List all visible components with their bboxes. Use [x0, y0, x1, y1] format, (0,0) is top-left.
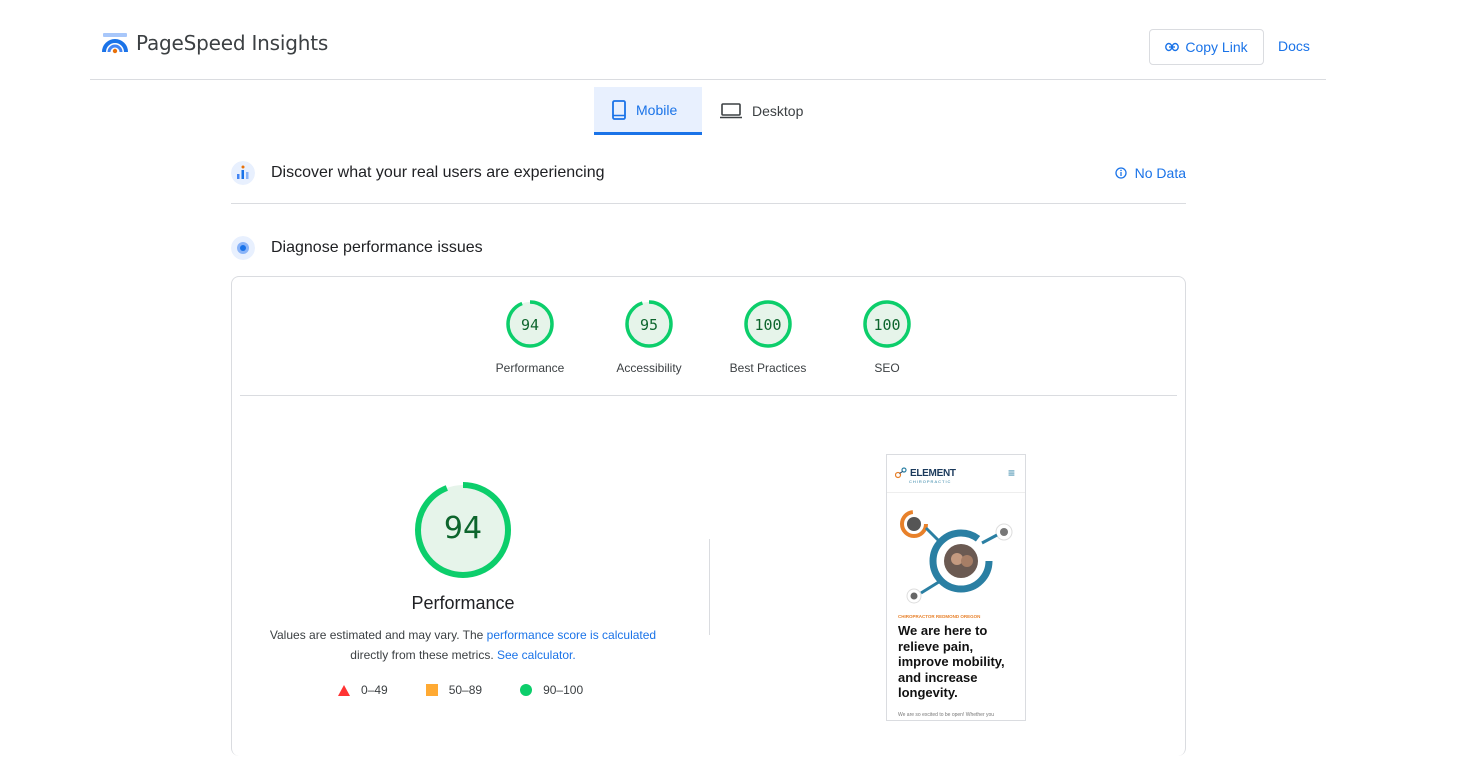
score-calculated-link[interactable]: performance score is calculated [487, 628, 656, 642]
element-logo-icon [895, 467, 907, 479]
pagespeed-logo-icon [102, 33, 128, 54]
laptop-icon [720, 103, 742, 119]
thumb-kicker: CHIROPRACTOR REDMOND OREGON [898, 614, 981, 619]
score-gauges: 94 Performance 95 Accessibility 100 Best… [232, 277, 1185, 395]
gauge-seo[interactable]: 100 SEO [832, 299, 942, 375]
orange-square-icon [425, 684, 438, 696]
tab-mobile-label: Mobile [636, 101, 678, 118]
tab-mobile[interactable]: Mobile [594, 87, 702, 135]
thumb-logo: ELEMENT [895, 467, 956, 479]
legend-range: 50–89 [448, 683, 483, 697]
thumb-logo-sub: CHIROPRACTIC [909, 479, 952, 484]
thumb-logo-text: ELEMENT [910, 467, 956, 479]
smartphone-icon [612, 99, 626, 120]
copy-link-label: Copy Link [1185, 39, 1248, 55]
gauge-label: Performance [495, 361, 565, 375]
red-triangle-icon [338, 684, 350, 696]
link-icon [1165, 42, 1180, 52]
vertical-divider [709, 539, 710, 635]
gauge-score: 100 [754, 316, 782, 334]
gauge-label: SEO [874, 361, 900, 375]
no-data-status[interactable]: No Data [1114, 165, 1186, 181]
desc-text: Values are estimated and may vary. The [269, 628, 487, 642]
gauge-score: 95 [639, 316, 659, 334]
field-data-title: Discover what your real users are experi… [271, 164, 605, 181]
performance-score: 94 [443, 511, 483, 546]
hero-illustration-icon [900, 510, 1013, 604]
legend-average: 50–89 [425, 683, 483, 697]
gauge-label: Accessibility [616, 361, 682, 375]
copy-link-button[interactable]: Copy Link [1149, 29, 1264, 65]
thumb-foot: We are so excited to be open! Whether yo… [898, 712, 995, 718]
diagnose-icon [231, 236, 255, 260]
diagnose-title: Diagnose performance issues [271, 239, 483, 256]
hamburger-menu-icon: ≡ [1007, 466, 1015, 480]
diagnose-section: Diagnose performance issues [231, 235, 1186, 261]
report-card: 94 Performance 95 Accessibility 100 Best… [231, 276, 1186, 756]
device-tabs: Mobile Desktop [594, 87, 821, 135]
section-divider [231, 203, 1186, 204]
gauge-label: Best Practices [729, 361, 807, 375]
brand-name: PageSpeed Insights [136, 31, 329, 55]
gauge-performance[interactable]: 94 Performance [475, 299, 585, 375]
no-data-label: No Data [1134, 165, 1186, 181]
legend-range: 0–49 [361, 683, 388, 697]
thumb-header: ELEMENT CHIROPRACTIC ≡ [887, 455, 1025, 493]
gauge-score: 100 [873, 316, 901, 334]
legend-fail: 0–49 [338, 683, 388, 697]
field-data-section[interactable]: Discover what your real users are experi… [231, 160, 1186, 186]
performance-title: Performance [411, 593, 515, 613]
performance-description: Values are estimated and may vary. The p… [252, 625, 674, 665]
green-circle-icon [520, 684, 533, 696]
tab-desktop-label: Desktop [752, 103, 804, 119]
thumb-headline: We are here to relieve pain, improve mob… [898, 623, 1005, 700]
top-header: PageSpeed Insights Copy Link Docs [90, 0, 1326, 80]
card-divider [240, 395, 1177, 396]
gauge-accessibility[interactable]: 95 Accessibility [594, 299, 704, 375]
legend-range: 90–100 [543, 683, 584, 697]
score-legend: 0–49 50–89 90–100 [338, 683, 621, 697]
gauge-best-practices[interactable]: 100 Best Practices [713, 299, 823, 375]
info-icon [1114, 167, 1127, 179]
see-calculator-link[interactable]: See calculator. [497, 648, 576, 662]
page-screenshot: ELEMENT CHIROPRACTIC ≡ CHIROPRACTOR REDM… [886, 454, 1026, 721]
tab-desktop[interactable]: Desktop [702, 87, 821, 135]
brand[interactable]: PageSpeed Insights [102, 30, 328, 56]
desc-text-2: directly from these metrics. [350, 648, 497, 662]
gauge-score: 94 [520, 316, 540, 334]
real-users-icon [231, 161, 255, 185]
legend-pass: 90–100 [520, 683, 583, 697]
docs-link[interactable]: Docs [1278, 38, 1310, 54]
